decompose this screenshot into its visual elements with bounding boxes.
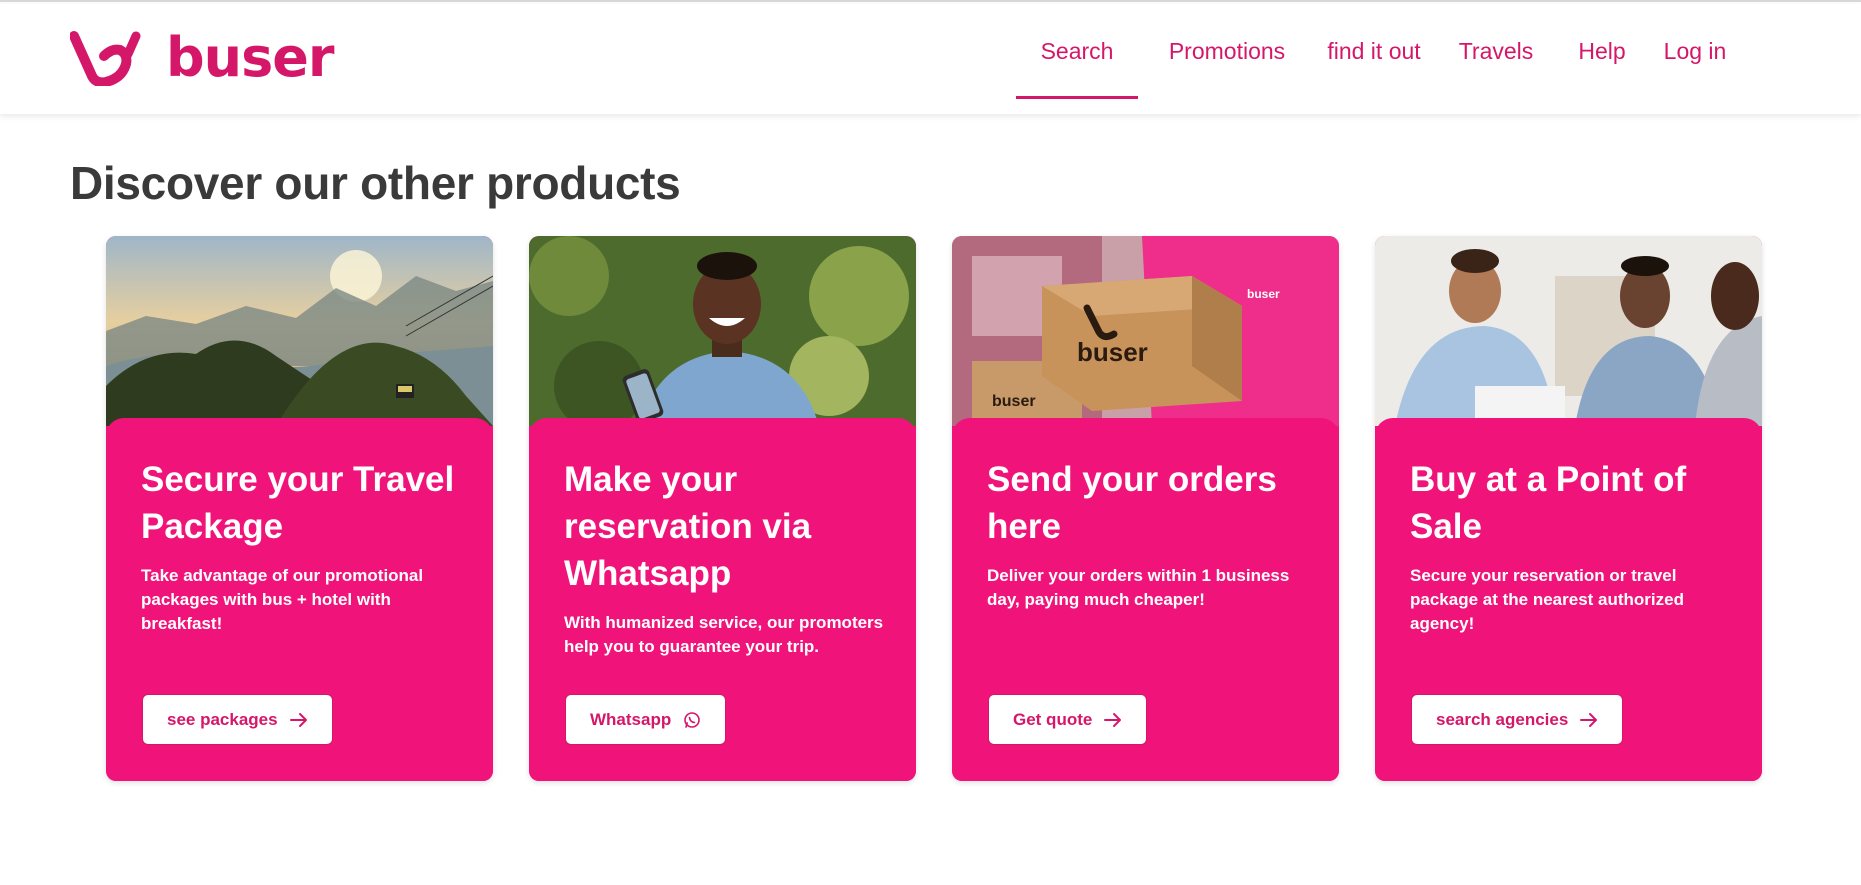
delivery-box-photo: buser buser buser [952, 236, 1339, 426]
see-packages-button[interactable]: see packages [142, 694, 333, 745]
button-label: Get quote [1013, 709, 1093, 729]
product-card-point-of-sale: Buy at a Point of Sale Secure your reser… [1375, 236, 1762, 781]
card-title: Buy at a Point of Sale [1410, 460, 1687, 546]
button-label: Whatsapp [590, 709, 672, 729]
card-description: Secure your reservation or travel packag… [1410, 566, 1684, 633]
whatsapp-button[interactable]: Whatsapp [565, 694, 727, 745]
rio-landscape-photo [106, 236, 493, 426]
svg-text:buser: buser [992, 393, 1036, 410]
button-label: see packages [167, 709, 278, 729]
svg-text:buser: buser [1247, 287, 1280, 301]
card-description: Deliver your orders within 1 business da… [987, 566, 1290, 609]
nav-find-it-out[interactable]: find it out [1318, 4, 1430, 99]
card-description: Take advantage of our promotional packag… [141, 566, 424, 633]
buser-logo-icon [70, 31, 141, 86]
search-agencies-button[interactable]: search agencies [1411, 694, 1624, 745]
get-quote-button[interactable]: Get quote [988, 694, 1148, 745]
product-card-whatsapp: Make your reservation via Whatsapp With … [529, 236, 916, 781]
arrow-right-icon [289, 712, 307, 727]
site-header: buser Search Promotions find it out Trav… [0, 4, 1861, 114]
product-card-travel-package: Secure your Travel Package Take advantag… [106, 236, 493, 781]
section-title: Discover our other products [70, 157, 681, 209]
buser-logo[interactable]: buser [70, 28, 334, 88]
card-description: With humanized service, our promoters he… [564, 613, 884, 656]
nav-promotions[interactable]: Promotions [1158, 4, 1296, 99]
woman-with-phone-photo [529, 236, 916, 426]
svg-text:buser: buser [1077, 337, 1148, 367]
whatsapp-icon [684, 711, 701, 728]
arrow-right-icon [1104, 712, 1122, 727]
nav-help[interactable]: Help [1572, 4, 1632, 99]
arrow-right-icon [1580, 712, 1598, 727]
product-card-orders: buser buser buser Send your orders here … [952, 236, 1339, 781]
nav-login[interactable]: Log in [1657, 4, 1733, 99]
button-label: search agencies [1436, 709, 1569, 729]
agency-meeting-photo [1375, 236, 1762, 426]
card-title: Make your reservation via Whatsapp [564, 460, 812, 593]
nav-travels[interactable]: Travels [1450, 4, 1542, 99]
card-title: Send your orders here [987, 460, 1277, 546]
nav-search[interactable]: Search [1016, 4, 1138, 99]
logo-wordmark: buser [166, 26, 334, 89]
card-title: Secure your Travel Package [141, 460, 455, 546]
